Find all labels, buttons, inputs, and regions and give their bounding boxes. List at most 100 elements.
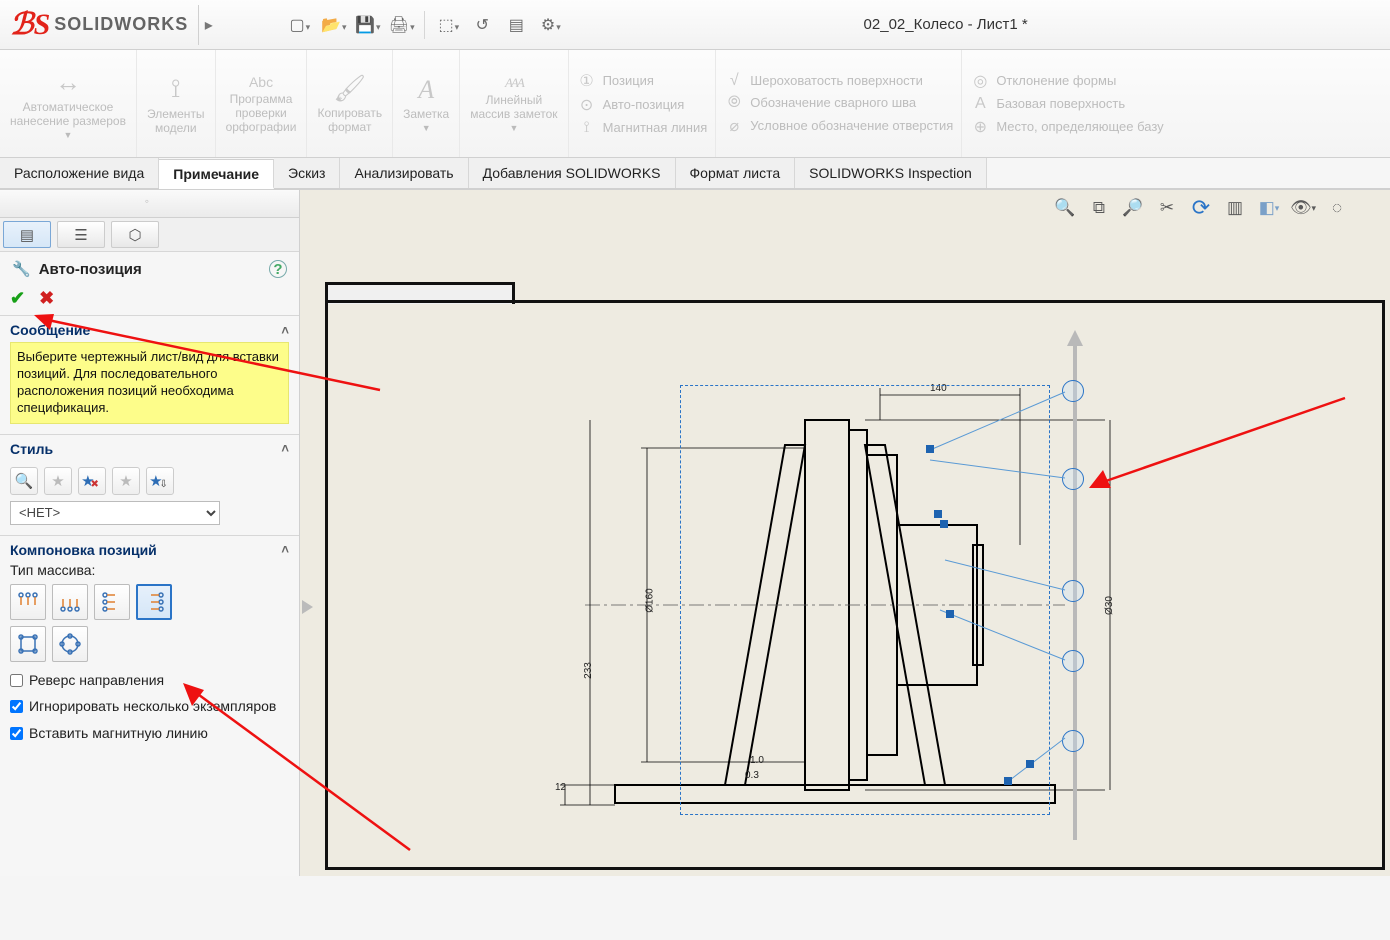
- panel-tab-property-manager[interactable]: ☰: [57, 221, 105, 248]
- chevron-up-icon: ˄: [281, 542, 289, 557]
- panel-tab-config-manager[interactable]: ⬡: [111, 221, 159, 248]
- ribbon-linear-note-pattern[interactable]: AAA Линейный массив заметок ▼: [460, 50, 568, 157]
- ribbon-label: Отклонение формы: [996, 73, 1116, 88]
- help-icon[interactable]: ?: [269, 260, 287, 278]
- qat-open-icon[interactable]: 📂▾: [322, 14, 344, 36]
- chevron-up-icon: ˄: [281, 323, 289, 338]
- hide-show-icon[interactable]: 👁 ▾: [1290, 195, 1316, 221]
- ribbon-spellcheck[interactable]: Abc Программа проверки орфографии: [216, 50, 308, 157]
- layout-pattern-circular[interactable]: [52, 626, 88, 662]
- section-layout: Компоновка позиций˄ Тип массива: Реверс …: [0, 535, 299, 752]
- ribbon-label: Обозначение сварного шва: [750, 95, 916, 110]
- drag-handle[interactable]: [940, 520, 948, 528]
- panel-expand-icon[interactable]: [302, 600, 313, 614]
- rotate-view-icon[interactable]: ⟳: [1188, 195, 1214, 221]
- tab-view-layout[interactable]: Расположение вида: [0, 158, 159, 188]
- ribbon-auto-balloon[interactable]: ⊙Авто-позиция: [577, 95, 708, 115]
- style-load-button[interactable]: ★⇩: [146, 467, 174, 495]
- ribbon-balloon[interactable]: ①Позиция: [577, 71, 708, 91]
- app-menu-expand-icon[interactable]: ▸: [198, 5, 218, 45]
- tab-addins[interactable]: Добавления SOLIDWORKS: [469, 158, 676, 188]
- zoom-area-icon[interactable]: ⧉: [1086, 195, 1112, 221]
- checkbox-ignore-multi[interactable]: Игнорировать несколько экземпляров: [10, 698, 289, 715]
- tab-evaluate[interactable]: Анализировать: [340, 158, 468, 188]
- drag-handle[interactable]: [1026, 760, 1034, 768]
- checkbox-insert-magnet[interactable]: Вставить магнитную линию: [10, 725, 289, 742]
- quick-access-toolbar: ▢▾ 📂▾ 💾▾ 🖨▾ ⬚▾ ↺ ▤ ⚙▾: [228, 11, 561, 39]
- dim-b: 12: [555, 782, 566, 793]
- tab-sketch[interactable]: Эскиз: [274, 158, 340, 188]
- ribbon-surface-finish[interactable]: √Шероховатость поверхности: [724, 72, 953, 90]
- ribbon-label: Базовая поверхность: [996, 96, 1125, 111]
- drawing-sheet[interactable]: 140 Ø160 233 Ø30 12 0.3 1.0: [310, 230, 1384, 876]
- cancel-button[interactable]: ✖: [39, 288, 54, 309]
- layout-pattern-top[interactable]: [10, 584, 46, 620]
- style-add-fav-button[interactable]: ★: [44, 467, 72, 495]
- qat-options-icon[interactable]: ⚙▾: [539, 14, 561, 36]
- ribbon-magnet-line[interactable]: ⟟Магнитная линия: [577, 119, 708, 137]
- ribbon-datum-target[interactable]: ⊕Место, определяющее базу: [970, 117, 1163, 137]
- ribbon-model-items[interactable]: ⟟ Элементы модели: [137, 50, 216, 157]
- insert-magnet-checkbox-input[interactable]: [10, 727, 23, 740]
- brush-icon: 🖌: [333, 73, 366, 104]
- tab-sheet-format[interactable]: Формат листа: [676, 158, 796, 188]
- section-view-icon[interactable]: ✂: [1154, 195, 1180, 221]
- drawing-viewport[interactable]: 🔍 ⧉ 🔎 ✂ ⟳ ▥ ◧ ▾ 👁 ▾ ◌: [300, 190, 1390, 876]
- reverse-checkbox-input[interactable]: [10, 674, 23, 687]
- qat-save-icon[interactable]: 💾▾: [356, 14, 378, 36]
- zoom-prev-icon[interactable]: 🔎: [1120, 195, 1146, 221]
- qat-list-icon[interactable]: ▤: [505, 14, 527, 36]
- layout-pattern-buttons: [10, 584, 210, 662]
- ribbon-note[interactable]: A Заметка ▼: [393, 50, 460, 157]
- appearance-icon[interactable]: ◌: [1324, 195, 1350, 221]
- view-cube-icon[interactable]: ◧ ▾: [1256, 195, 1282, 221]
- ribbon-hole-callout[interactable]: ⌀Условное обозначение отверстия: [724, 116, 953, 136]
- weld-symbol-icon: ⦾: [724, 94, 744, 112]
- ignore-multi-checkbox-input[interactable]: [10, 700, 23, 713]
- ribbon-label: Линейный массив заметок: [470, 93, 557, 121]
- wrench-icon: 🔧: [12, 260, 31, 278]
- ribbon-balloon-group: ①Позиция ⊙Авто-позиция ⟟Магнитная линия: [569, 50, 717, 157]
- ribbon-copy-format[interactable]: 🖌 Копировать формат: [307, 50, 393, 157]
- checkbox-reverse[interactable]: Реверс направления: [10, 672, 289, 689]
- message-box: Выберите чертежный лист/вид для вставки …: [10, 342, 289, 424]
- ribbon-datum-feature[interactable]: AБазовая поверхность: [970, 95, 1163, 113]
- ribbon-weld-symbol[interactable]: ⦾ Обозначение сварного шва: [724, 94, 953, 112]
- pm-title-row: 🔧 Авто-позиция ?: [0, 252, 299, 286]
- dim-dia1: Ø160: [645, 588, 656, 612]
- ribbon-auto-dimension[interactable]: ↔ Автоматическое нанесение размеров ▼: [0, 50, 137, 157]
- display-style-icon[interactable]: ▥: [1222, 195, 1248, 221]
- layout-pattern-square[interactable]: [10, 626, 46, 662]
- qat-select-icon[interactable]: ⬚▾: [437, 14, 459, 36]
- drag-handle[interactable]: [946, 610, 954, 618]
- qat-print-icon[interactable]: 🖨▾: [390, 14, 412, 36]
- ribbon-label: Копировать формат: [317, 106, 382, 134]
- pm-ok-cancel: ✔ ✖: [0, 286, 299, 315]
- section-style-header[interactable]: Стиль˄: [10, 441, 289, 457]
- layout-pattern-bottom[interactable]: [52, 584, 88, 620]
- ribbon-label: Позиция: [603, 73, 654, 88]
- style-save-button[interactable]: ★: [112, 467, 140, 495]
- model-items-icon: ⟟: [171, 73, 181, 105]
- section-message-header[interactable]: Сообщение˄: [10, 322, 289, 338]
- zoom-fit-icon[interactable]: 🔍: [1052, 195, 1078, 221]
- qat-new-icon[interactable]: ▢▾: [288, 14, 310, 36]
- panel-tab-feature-manager[interactable]: ▤: [3, 221, 51, 248]
- ok-button[interactable]: ✔: [10, 288, 25, 309]
- style-apply-button[interactable]: 🔍: [10, 467, 38, 495]
- hole-callout-icon: ⌀: [724, 116, 744, 136]
- style-select[interactable]: <НЕТ>: [10, 501, 220, 525]
- ribbon-form-tolerance[interactable]: ◎Отклонение формы: [970, 71, 1163, 91]
- drag-handle[interactable]: [926, 445, 934, 453]
- section-layout-header[interactable]: Компоновка позиций˄: [10, 542, 289, 558]
- layout-pattern-left[interactable]: [94, 584, 130, 620]
- ribbon-label: Место, определяющее базу: [996, 119, 1163, 134]
- qat-rebuild-icon[interactable]: ↺: [471, 14, 493, 36]
- tab-inspection[interactable]: SOLIDWORKS Inspection: [795, 158, 987, 188]
- drag-handle[interactable]: [1004, 777, 1012, 785]
- section-message: Сообщение˄ Выберите чертежный лист/вид д…: [0, 315, 299, 434]
- layout-pattern-right[interactable]: [136, 584, 172, 620]
- drag-handle[interactable]: [934, 510, 942, 518]
- style-remove-fav-button[interactable]: ★✖: [78, 467, 106, 495]
- tab-annotation[interactable]: Примечание: [159, 159, 274, 189]
